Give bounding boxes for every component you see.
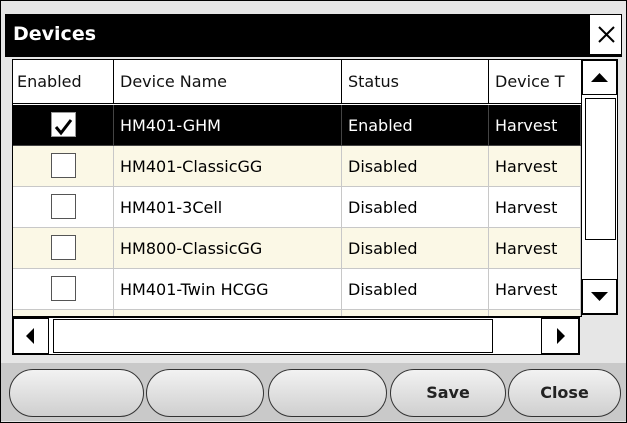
col-header-device-type[interactable]: Device T (489, 60, 581, 104)
arrow-right-icon (557, 328, 565, 344)
device-type-cell: Harvest (489, 269, 581, 310)
save-button[interactable]: Save (390, 369, 506, 417)
col-header-device-name[interactable]: Device Name (114, 60, 342, 104)
device-type-cell: Harvest (489, 146, 581, 187)
scroll-down-button[interactable] (582, 279, 617, 314)
device-type-cell: Harvest (489, 228, 581, 269)
close-dialog-button[interactable] (589, 14, 622, 55)
enabled-checkbox[interactable] (51, 235, 76, 260)
arrow-left-icon (26, 328, 34, 344)
enabled-checkbox[interactable] (51, 276, 76, 301)
enabled-checkbox[interactable] (51, 194, 76, 219)
scroll-up-button[interactable] (582, 60, 617, 95)
table-row-partial[interactable] (13, 310, 581, 316)
enabled-checkbox[interactable] (51, 112, 76, 137)
col-header-enabled[interactable]: Enabled (13, 60, 114, 104)
device-name-cell: HM401-3Cell (114, 187, 342, 228)
status-cell: Enabled (342, 105, 489, 146)
blank-button-3[interactable] (268, 369, 387, 417)
dialog-title: Devices (13, 23, 97, 45)
enabled-checkbox[interactable] (51, 153, 76, 178)
status-cell: Disabled (342, 269, 489, 310)
close-icon (598, 26, 615, 43)
horizontal-scrollbar[interactable] (12, 317, 580, 355)
status-cell: Disabled (342, 187, 489, 228)
table-row[interactable]: HM401-3Cell Disabled Harvest (13, 187, 581, 228)
devices-grid: Enabled Device Name Status Device T HM40… (12, 59, 582, 317)
device-name-cell: HM401-ClassicGG (114, 146, 342, 187)
device-type-cell: Harvest (489, 187, 581, 228)
status-cell: Disabled (342, 228, 489, 269)
close-button[interactable]: Close (508, 369, 621, 417)
devices-dialog: Devices Enabled Device Name Status Devic… (0, 0, 627, 423)
table-row[interactable]: HM401-ClassicGG Disabled Harvest (13, 146, 581, 187)
vertical-scrollbar[interactable] (581, 59, 618, 315)
button-bar: Save Close (1, 363, 626, 421)
table-row[interactable]: HM401-Twin HCGG Disabled Harvest (13, 269, 581, 310)
device-name-cell: HM800-ClassicGG (114, 228, 342, 269)
scroll-left-button[interactable] (13, 318, 49, 354)
col-header-status[interactable]: Status (342, 60, 489, 104)
blank-button-2[interactable] (146, 369, 264, 417)
device-type-cell: Harvest (489, 105, 581, 146)
grid-header: Enabled Device Name Status Device T (13, 60, 581, 105)
table-row[interactable]: HM401-GHM Enabled Harvest (13, 105, 581, 146)
arrow-up-icon (591, 73, 608, 82)
blank-button-1[interactable] (9, 369, 144, 417)
status-cell: Disabled (342, 146, 489, 187)
table-row[interactable]: HM800-ClassicGG Disabled Harvest (13, 228, 581, 269)
horizontal-scroll-thumb[interactable] (53, 319, 493, 353)
arrow-down-icon (591, 292, 608, 301)
device-name-cell: HM401-Twin HCGG (114, 269, 342, 310)
checkmark-icon (54, 119, 73, 136)
title-bar: Devices (5, 14, 622, 57)
vertical-scroll-thumb[interactable] (585, 98, 616, 240)
scroll-right-button[interactable] (541, 318, 579, 354)
device-name-cell: HM401-GHM (114, 105, 342, 146)
